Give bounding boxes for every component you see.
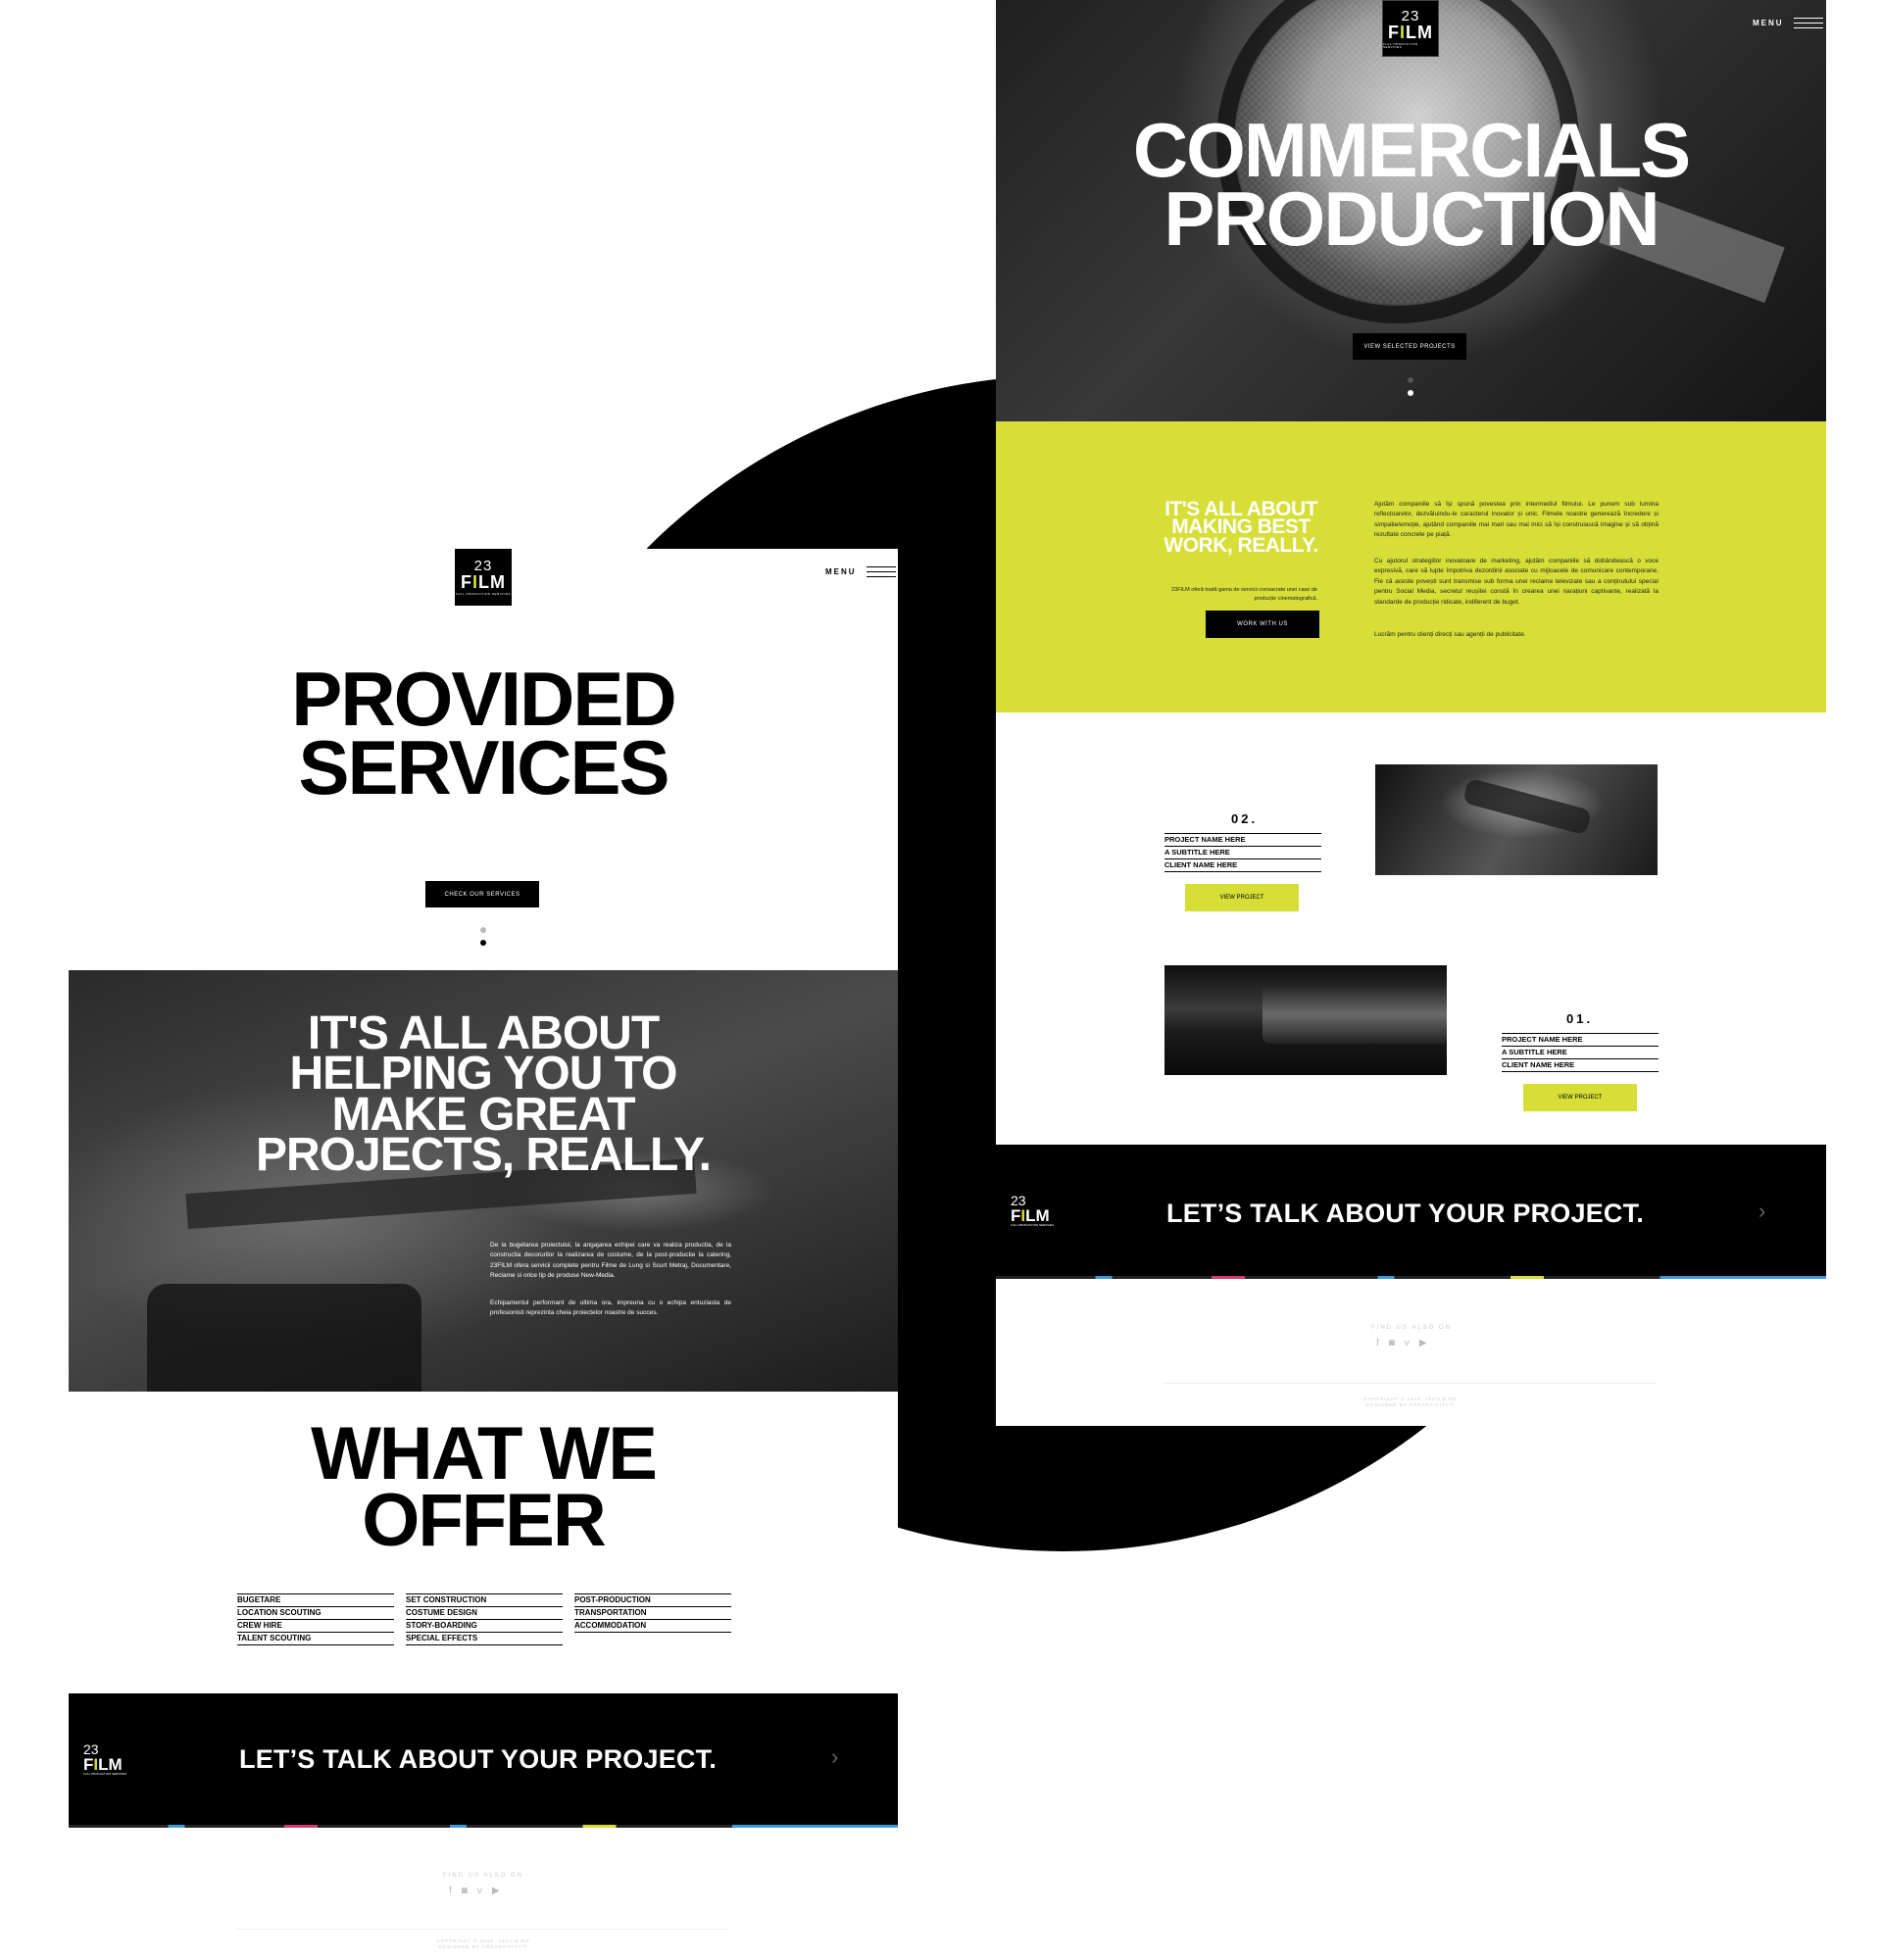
social-links: f ◙ v ▶ <box>1376 1338 1427 1348</box>
footer-find-label: FIND US ALSO ON <box>1370 1325 1452 1331</box>
slider-dot-1[interactable] <box>480 927 486 933</box>
project-thumbnail[interactable] <box>1164 965 1447 1075</box>
page-title: PROVIDED SERVICES <box>291 656 676 811</box>
hamburger-icon <box>1793 18 1823 28</box>
slider-dots <box>480 927 486 946</box>
offer-item: STORY-BOARDING <box>406 1619 563 1632</box>
instagram-icon[interactable]: ◙ <box>462 1886 468 1896</box>
about-lime-section: IT'S ALL ABOUT MAKING BEST WORK, REALLY.… <box>996 421 1826 712</box>
offer-item: BUGETARE <box>237 1593 394 1606</box>
hamburger-icon <box>866 566 896 577</box>
project-name: PROJECT NAME HERE <box>1502 1033 1659 1047</box>
cta-text: LET’S TALK ABOUT YOUR PROJECT. <box>239 1744 718 1774</box>
chevron-right-icon[interactable]: › <box>1758 1199 1765 1224</box>
footer-find-label: FIND US ALSO ON <box>442 1873 523 1879</box>
footer-logo[interactable]: 23 FILM FULL PRODUCTION SERVICES <box>83 1742 126 1776</box>
social-links: f ◙ v ▶ <box>449 1886 500 1896</box>
project-number: 02. <box>1231 811 1259 826</box>
about-title: IT'S ALL ABOUT HELPING YOU TO MAKE GREAT… <box>255 1007 712 1181</box>
footer-divider <box>237 1929 729 1930</box>
vimeo-icon[interactable]: v <box>477 1886 482 1896</box>
facebook-icon[interactable]: f <box>449 1886 452 1896</box>
footer-logo[interactable]: 23 FILM FULL PRODUCTION SERVICES <box>1011 1194 1054 1227</box>
lime-paragraph-2: Cu ajutorul strategiilor inovatoare de m… <box>1374 558 1659 606</box>
hero-photo: 23 FILM FULL PRODUCTION SERVICES MENU CO… <box>996 0 1826 421</box>
logo[interactable]: 23 FILM FULL PRODUCTION SERVICES <box>1382 0 1439 57</box>
slider-dot-2[interactable] <box>1408 390 1413 396</box>
offer-item: CREW HIRE <box>237 1619 394 1632</box>
slider-dot-2[interactable] <box>480 940 486 946</box>
project-client: CLIENT NAME HERE <box>1502 1059 1659 1072</box>
chevron-right-icon[interactable]: › <box>831 1744 838 1770</box>
project-subtitle: A SUBTITLE HERE <box>1164 847 1321 859</box>
project-meta: PROJECT NAME HERE A SUBTITLE HERE CLIENT… <box>1502 1033 1659 1072</box>
project-thumbnail[interactable] <box>1375 764 1658 875</box>
project-number: 01. <box>1566 1011 1594 1026</box>
offer-title: WHAT WE OFFER <box>311 1412 658 1563</box>
vimeo-icon[interactable]: v <box>1405 1338 1410 1348</box>
about-section-photo: IT'S ALL ABOUT HELPING YOU TO MAKE GREAT… <box>69 970 898 1392</box>
offer-item: POST-PRODUCTION <box>574 1593 731 1606</box>
slider-dots <box>1408 377 1413 396</box>
page-title: COMMERCIALS PRODUCTION <box>1132 107 1691 263</box>
work-with-us-button[interactable]: WORK WITH US <box>1206 611 1319 638</box>
offer-item: TALENT SCOUTING <box>237 1632 394 1645</box>
offer-item: COSTUME DESIGN <box>406 1606 563 1619</box>
cta-text: LET’S TALK ABOUT YOUR PROJECT. <box>1166 1199 1645 1228</box>
offer-item: TRANSPORTATION <box>574 1606 731 1619</box>
offer-item: ACCOMMODATION <box>574 1619 731 1633</box>
project-subtitle: A SUBTITLE HERE <box>1502 1047 1659 1059</box>
commercials-page-mockup: 23 FILM FULL PRODUCTION SERVICES MENU CO… <box>996 0 1826 1426</box>
slider-dot-1[interactable] <box>1408 377 1413 383</box>
check-services-button[interactable]: CHECK OUR SERVICES <box>425 881 539 907</box>
contact-cta-bar[interactable]: 23 FILM FULL PRODUCTION SERVICES LET’S T… <box>996 1145 1826 1279</box>
offer-item: LOCATION SCOUTING <box>237 1606 394 1619</box>
view-project-button[interactable]: VIEW PROJECT <box>1523 1084 1637 1111</box>
offer-item: SPECIAL EFFECTS <box>406 1632 563 1645</box>
about-paragraph-2: Echipamentul performant de ultima ora, i… <box>490 1299 731 1317</box>
project-client: CLIENT NAME HERE <box>1164 859 1321 872</box>
footer-divider <box>1164 1383 1657 1384</box>
menu-button[interactable]: MENU <box>1753 18 1823 28</box>
menu-button[interactable]: MENU <box>825 566 896 577</box>
footer-copyright: COPYRIGHT © 2016. 23FILM.RO DESIGNED BY … <box>1363 1396 1458 1408</box>
project-name: PROJECT NAME HERE <box>1164 833 1321 847</box>
offer-column-1: BUGETARE LOCATION SCOUTING CREW HIRE TAL… <box>237 1593 394 1645</box>
lime-intro: 23FILM oferă toată gama de servicii cons… <box>1171 587 1317 602</box>
about-paragraph-1: De la bugetarea proiectului, la angajare… <box>490 1242 731 1280</box>
services-page-mockup: 23 FILM FULL PRODUCTION SERVICES MENU PR… <box>69 549 898 1960</box>
view-projects-button[interactable]: VIEW SELECTED PROJECTS <box>1353 333 1466 360</box>
facebook-icon[interactable]: f <box>1376 1338 1379 1348</box>
footer-copyright: COPYRIGHT © 2016. 23FILM.RO DESIGNED BY … <box>436 1938 530 1950</box>
youtube-icon[interactable]: ▶ <box>492 1886 500 1896</box>
view-project-button[interactable]: VIEW PROJECT <box>1185 884 1299 911</box>
offer-column-3: POST-PRODUCTION TRANSPORTATION ACCOMMODA… <box>574 1593 731 1633</box>
project-meta: PROJECT NAME HERE A SUBTITLE HERE CLIENT… <box>1164 833 1321 872</box>
offer-column-2: SET CONSTRUCTION COSTUME DESIGN STORY-BO… <box>406 1593 563 1645</box>
youtube-icon[interactable]: ▶ <box>1419 1338 1427 1348</box>
logo[interactable]: 23 FILM FULL PRODUCTION SERVICES <box>455 549 512 606</box>
offer-item: SET CONSTRUCTION <box>406 1593 563 1606</box>
contact-cta-bar[interactable]: 23 FILM FULL PRODUCTION SERVICES LET’S T… <box>69 1693 898 1828</box>
instagram-icon[interactable]: ◙ <box>1389 1338 1395 1348</box>
lime-paragraph-1: Ajutăm companiile să își spună povestea … <box>1374 501 1659 539</box>
lime-paragraph-3: Lucrăm pentru clienți direcți sau agenți… <box>1374 631 1526 638</box>
lime-title: IT'S ALL ABOUT MAKING BEST WORK, REALLY. <box>1164 498 1318 557</box>
